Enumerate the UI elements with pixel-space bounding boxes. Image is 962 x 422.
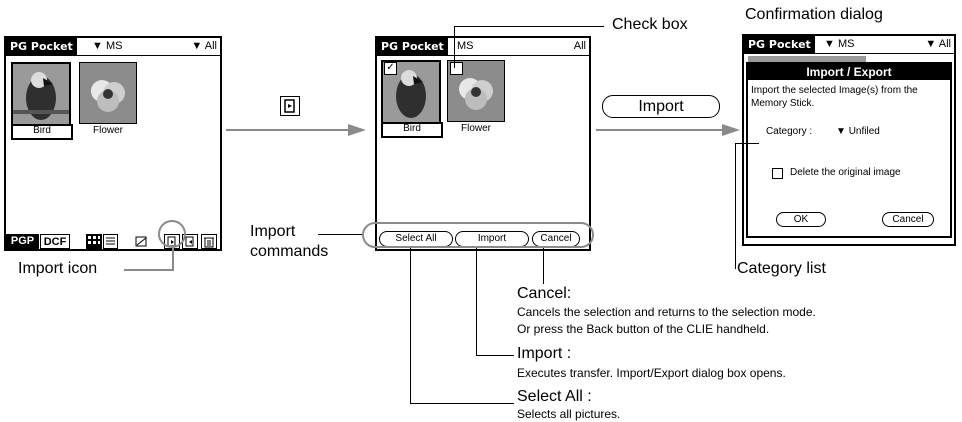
- delete-original-label: Delete the original image: [790, 167, 901, 178]
- triangle-down-icon: ▼: [836, 126, 846, 137]
- app-title: PG Pocket: [6, 38, 77, 55]
- import-command-callout: Import: [602, 95, 720, 118]
- import-title: Import :: [517, 345, 572, 362]
- callout-line: [735, 143, 759, 144]
- source-selector: ▼ MS: [824, 37, 854, 52]
- import-command-label: Import: [638, 98, 684, 115]
- trash-icon[interactable]: [201, 234, 217, 249]
- delete-original-checkbox[interactable]: [772, 168, 783, 179]
- cancel-description-1: Cancels the selection and returns to the…: [517, 305, 816, 319]
- import-description: Executes transfer. Import/Export dialog …: [517, 366, 786, 380]
- title-bar: PG Pocket MS All: [377, 38, 589, 56]
- screen-confirmation: PG Pocket ▼ MS ▼ All Import / Export Imp…: [742, 34, 956, 246]
- grid-view-icon[interactable]: [86, 234, 102, 249]
- annotation-import-commands-2: commands: [250, 243, 329, 260]
- filter-selector[interactable]: ▼ All: [191, 39, 217, 54]
- app-title: PG Pocket: [744, 36, 815, 53]
- dialog-message: Import the selected Image(s) from the Me…: [751, 85, 918, 109]
- callout-line: [410, 403, 514, 404]
- import-icon-highlight: [158, 220, 186, 248]
- title-bar: PG Pocket ▼ MS ▼ All: [744, 36, 954, 54]
- import-commands-highlight: [362, 222, 594, 248]
- bird-image: [13, 64, 69, 124]
- callout-line: [318, 234, 362, 235]
- callout-line: [172, 248, 174, 270]
- category-value: Unfiled: [848, 126, 880, 137]
- category-label: Category :: [766, 126, 813, 137]
- dialog-title: Import / Export: [748, 64, 950, 80]
- import-export-dialog: Import / Export Import the selected Imag…: [746, 62, 952, 238]
- source-label: MS: [837, 38, 855, 50]
- category-picker[interactable]: ▼ Unfiled: [836, 126, 880, 137]
- slideshow-icon[interactable]: [134, 234, 149, 249]
- callout-line: [124, 269, 174, 271]
- callout-line: [543, 248, 544, 284]
- callout-line: [476, 355, 514, 356]
- thumbnail-bird[interactable]: [11, 62, 71, 126]
- source-selector[interactable]: ▼ MS: [92, 39, 122, 54]
- filter-selector: ▼ All: [925, 37, 951, 52]
- thumbnail-flower[interactable]: [79, 62, 137, 124]
- flow-arrow: [226, 124, 366, 136]
- item-label-bird: Bird: [11, 124, 73, 140]
- mode-dcf[interactable]: DCF: [40, 234, 70, 249]
- callout-line: [410, 248, 411, 403]
- triangle-down-icon: ▼: [191, 40, 203, 52]
- cancel-description-2: Or press the Back button of the CLIE han…: [517, 322, 770, 336]
- annotation-import-icon: Import icon: [18, 260, 98, 277]
- select-all-description: Selects all pictures.: [517, 407, 621, 421]
- callout-line: [454, 26, 604, 27]
- filter-label: All: [204, 40, 217, 52]
- annotation-confirmation-dialog: Confirmation dialog: [745, 6, 883, 23]
- flower-image: [80, 63, 136, 123]
- triangle-down-icon: ▼: [925, 38, 937, 50]
- callout-line: [476, 248, 477, 355]
- cancel-title: Cancel:: [517, 285, 572, 302]
- callout-line: [454, 26, 455, 68]
- checkbox-unchecked[interactable]: [450, 62, 463, 75]
- screen-selection-mode: PG Pocket MS All ✓ Bird Flower Select Al…: [375, 36, 591, 251]
- filter-label: All: [938, 38, 951, 50]
- screen-photo-list: PG Pocket ▼ MS ▼ All Bird Flower PGP DCF: [4, 36, 222, 251]
- annotation-import-commands-1: Import: [250, 223, 296, 240]
- title-bar: PG Pocket ▼ MS ▼ All: [6, 38, 220, 56]
- source-label: MS: [105, 40, 123, 52]
- callout-line: [735, 143, 736, 269]
- checkbox-checked[interactable]: ✓: [384, 62, 397, 75]
- ok-button[interactable]: OK: [776, 212, 826, 227]
- mode-pgp[interactable]: PGP: [6, 234, 39, 249]
- annotation-check-box: Check box: [612, 16, 688, 33]
- cancel-button[interactable]: Cancel: [882, 212, 934, 227]
- source-label: MS: [457, 40, 474, 52]
- flow-arrow: [596, 124, 740, 136]
- select-all-title: Select All :: [517, 388, 592, 405]
- annotation-category-list: Category list: [737, 260, 826, 277]
- filter-label: All: [573, 40, 586, 52]
- import-icon-large: [280, 96, 300, 116]
- item-label-flower: Flower: [92, 125, 123, 136]
- triangle-down-icon: ▼: [92, 40, 103, 52]
- item-label-bird: Bird: [381, 122, 443, 138]
- item-label-flower: Flower: [460, 123, 491, 134]
- list-view-icon[interactable]: [103, 234, 118, 249]
- triangle-down-icon: ▼: [824, 38, 835, 50]
- app-title: PG Pocket: [377, 38, 448, 55]
